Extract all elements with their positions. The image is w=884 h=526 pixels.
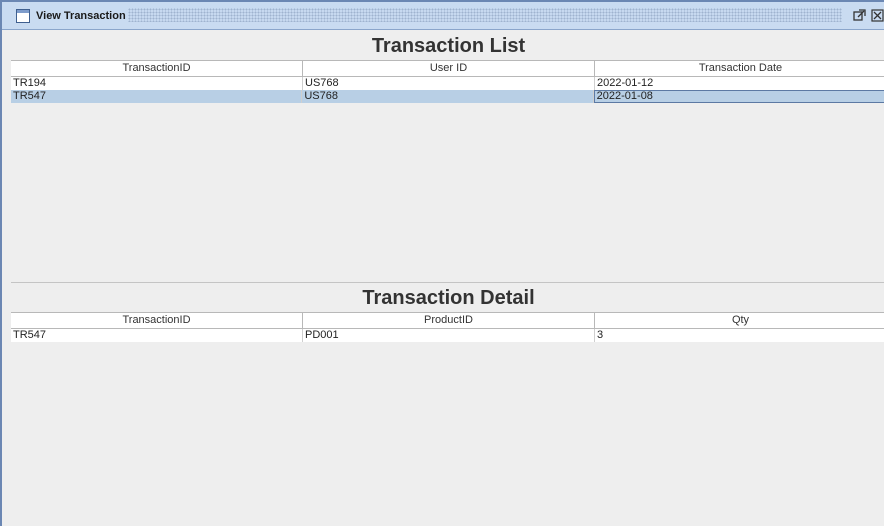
content-pane: Transaction List TransactionID User ID T…: [11, 30, 884, 526]
column-header-product-id[interactable]: ProductID: [303, 313, 595, 328]
transaction-detail-title: Transaction Detail: [362, 287, 535, 309]
maximize-icon: [853, 9, 866, 21]
column-header-user-id[interactable]: User ID: [303, 61, 595, 76]
column-header-transaction-date[interactable]: Transaction Date: [595, 61, 884, 76]
cell-transaction-date[interactable]: 2022-01-12: [595, 77, 884, 90]
section-divider: [11, 282, 884, 283]
cell-transaction-id[interactable]: TR547: [11, 90, 303, 103]
window-title: View Transaction: [36, 10, 126, 22]
cell-user-id[interactable]: US768: [302, 90, 594, 103]
cell-transaction-date[interactable]: 2022-01-08: [593, 90, 884, 103]
cell-user-id[interactable]: US768: [303, 77, 595, 90]
cell-transaction-id[interactable]: TR194: [11, 77, 303, 90]
table-row[interactable]: TR547 PD001 3: [11, 329, 884, 342]
close-icon: [871, 9, 884, 22]
titlebar-grip: [128, 8, 842, 22]
column-header-transaction-id[interactable]: TransactionID: [11, 61, 303, 76]
column-header-qty[interactable]: Qty: [595, 313, 884, 328]
transaction-list-title: Transaction List: [371, 35, 526, 57]
table-row-selected[interactable]: TR547 US768 2022-01-08: [11, 90, 884, 103]
table-row[interactable]: TR194 US768 2022-01-12: [11, 77, 884, 90]
maximize-button[interactable]: [853, 9, 866, 22]
table-header: TransactionID ProductID Qty: [11, 312, 884, 329]
window-icon: [16, 9, 30, 23]
table-header: TransactionID User ID Transaction Date: [11, 60, 884, 77]
cell-transaction-id[interactable]: TR547: [11, 329, 303, 342]
close-button[interactable]: [871, 9, 884, 22]
transaction-list-table[interactable]: TransactionID User ID Transaction Date T…: [11, 60, 884, 103]
column-header-transaction-id[interactable]: TransactionID: [11, 313, 303, 328]
cell-qty[interactable]: 3: [595, 329, 884, 342]
window-titlebar[interactable]: View Transaction: [2, 2, 884, 30]
transaction-detail-table[interactable]: TransactionID ProductID Qty TR547 PD001 …: [11, 312, 884, 342]
internal-frame-window: View Transaction Transaction List Transa…: [0, 0, 884, 526]
cell-product-id[interactable]: PD001: [303, 329, 595, 342]
